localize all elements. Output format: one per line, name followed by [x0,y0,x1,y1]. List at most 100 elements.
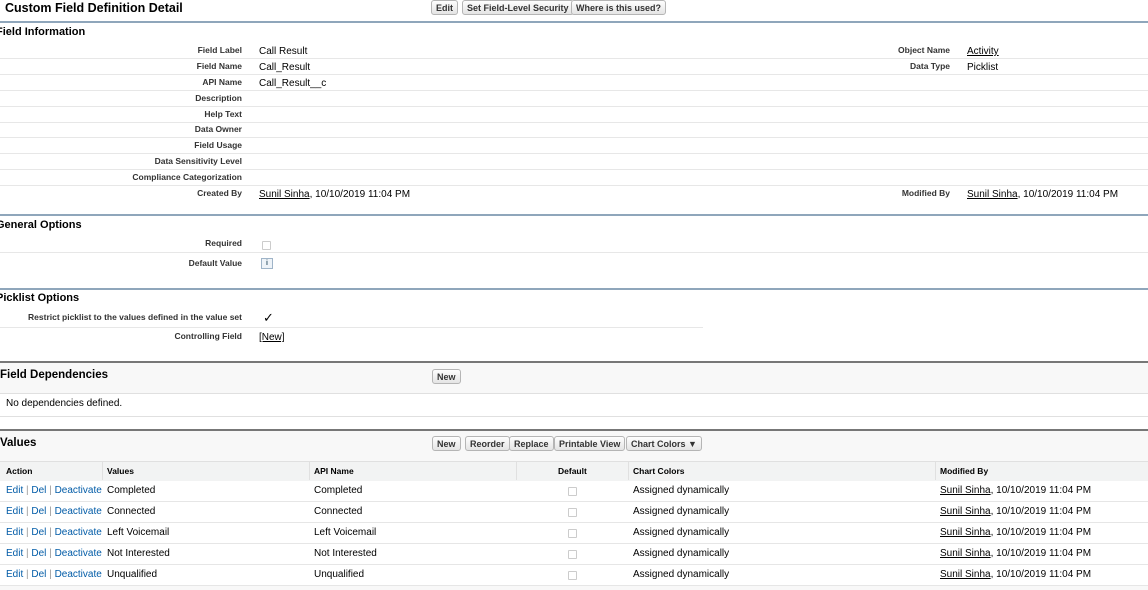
field-label-field-usage: Field Usage [194,140,242,150]
data-type-label: Data Type [910,61,950,71]
modified-by-cell: Sunil Sinha, 10/10/2019 11:04 PM [940,569,1091,580]
edit-link[interactable]: Edit [6,506,23,517]
deactivate-link[interactable]: Deactivate [55,527,102,538]
modified-by-cell: Sunil Sinha, 10/10/2019 11:04 PM [940,548,1091,559]
controlling-field-new-link[interactable]: [New] [259,332,285,343]
required-checkbox [262,241,271,250]
field-label-data-sensitivity-level: Data Sensitivity Level [154,156,242,166]
modified-by-label: Modified By [901,188,950,198]
modified-by-user-link[interactable]: Sunil Sinha [940,506,991,517]
edit-link[interactable]: Edit [6,569,23,580]
where-is-this-used-button[interactable]: Where is this used? [571,0,667,15]
deactivate-link[interactable]: Deactivate [55,506,102,517]
deactivate-link[interactable]: Deactivate [55,548,102,559]
picklist-options-heading: Picklist Options [0,292,80,304]
row-divider [0,122,1148,123]
modified-date: , 10/10/2019 11:04 PM [990,569,1092,580]
reorder-button[interactable]: Reorder [465,436,510,451]
default-checkbox [568,550,577,559]
created-by-user-link[interactable]: Sunil Sinha [259,189,310,200]
chart-color-cell: Assigned dynamically [633,548,730,559]
modified-date: , 10/10/2019 11:04 PM [990,506,1092,517]
row-divider [0,90,1148,91]
field-label-field-name: Field Name [196,61,242,71]
chart-colors-dropdown[interactable]: Chart Colors ▼ [626,436,702,451]
row-divider [0,185,1148,186]
row-divider [0,252,1148,253]
row-actions: Edit | Del | Deactivate [6,485,102,496]
default-checkbox [568,487,577,496]
modified-date: , 10/10/2019 11:04 PM [990,527,1092,538]
modified-date: , 10/10/2019 11:04 PM [990,548,1092,559]
checkmark-icon: ✓ [263,310,274,325]
values-heading: Values [0,437,37,449]
replace-button[interactable]: Replace [509,436,554,451]
field-dependencies-heading: Field Dependencies [0,369,109,381]
deactivate-link[interactable]: Deactivate [55,485,102,496]
delete-link[interactable]: Del [31,548,46,559]
column-header-modified-by: Modified By [940,466,989,476]
no-dependencies-text: No dependencies defined. [6,398,123,409]
general-options-heading: General Options [0,219,82,231]
value-cell: Connected [107,506,156,517]
value-cell: Not Interested [107,548,170,559]
link-separator: | [46,548,55,559]
info-icon[interactable]: i [261,258,273,269]
printable-view-button[interactable]: Printable View [554,436,626,451]
delete-link[interactable]: Del [31,506,46,517]
chart-color-cell: Assigned dynamically [633,506,730,517]
column-separator [935,462,936,480]
row-divider [0,74,1148,75]
modified-by-user-link[interactable]: Sunil Sinha [940,569,991,580]
column-separator [309,462,310,480]
object-name-label: Object Name [898,45,950,55]
row-divider [0,153,1148,154]
edit-button[interactable]: Edit [431,0,458,15]
row-actions: Edit | Del | Deactivate [6,527,102,538]
modified-by-date: , 10/10/2019 11:04 PM [1017,189,1119,200]
field-value-field-label: Call Result [259,46,308,57]
column-header-values: Values [107,466,134,476]
field-value-api-name: Call_Result__c [259,78,327,89]
deactivate-link[interactable]: Deactivate [55,569,102,580]
created-by-value: Sunil Sinha, 10/10/2019 11:04 PM [259,189,410,200]
object-name-link[interactable]: Activity [967,46,999,57]
table-row: Edit | Del | Deactivate Unqualified Unqual… [0,565,1148,586]
modified-by-user-link[interactable]: Sunil Sinha [940,527,991,538]
modified-date: , 10/10/2019 11:04 PM [990,485,1092,496]
default-value-label: Default Value [188,258,242,268]
default-checkbox [568,508,577,517]
delete-link[interactable]: Del [31,527,46,538]
modified-by-cell: Sunil Sinha, 10/10/2019 11:04 PM [940,506,1091,517]
row-actions: Edit | Del | Deactivate [6,569,102,580]
field-value-field-name: Call_Result [259,62,311,73]
modified-by-user-link[interactable]: Sunil Sinha [967,189,1018,200]
modified-by-cell: Sunil Sinha, 10/10/2019 11:04 PM [940,527,1091,538]
required-label: Required [205,238,242,248]
row-divider [0,327,703,328]
created-by-date: , 10/10/2019 11:04 PM [309,189,411,200]
dependencies-body [0,393,1148,417]
column-separator [516,462,517,480]
new-dependency-button[interactable]: New [432,369,461,384]
modified-by-user-link[interactable]: Sunil Sinha [940,485,991,496]
default-checkbox [568,571,577,580]
row-divider [0,58,1148,59]
link-separator: | [46,485,55,496]
data-type-value: Picklist [967,62,999,73]
new-value-button[interactable]: New [432,436,461,451]
table-row: Edit | Del | Deactivate Not Interested Not… [0,544,1148,565]
modified-by-value: Sunil Sinha, 10/10/2019 11:04 PM [967,189,1118,200]
api-name-cell: Completed [314,485,363,496]
section-divider [0,288,1148,290]
link-separator: | [46,506,55,517]
column-header-api-name: API Name [314,466,354,476]
field-label-compliance-categorization: Compliance Categorization [132,172,242,182]
edit-link[interactable]: Edit [6,527,23,538]
set-field-level-security-button[interactable]: Set Field-Level Security [462,0,574,15]
delete-link[interactable]: Del [31,569,46,580]
edit-link[interactable]: Edit [6,548,23,559]
edit-link[interactable]: Edit [6,485,23,496]
delete-link[interactable]: Del [31,485,46,496]
modified-by-user-link[interactable]: Sunil Sinha [940,548,991,559]
